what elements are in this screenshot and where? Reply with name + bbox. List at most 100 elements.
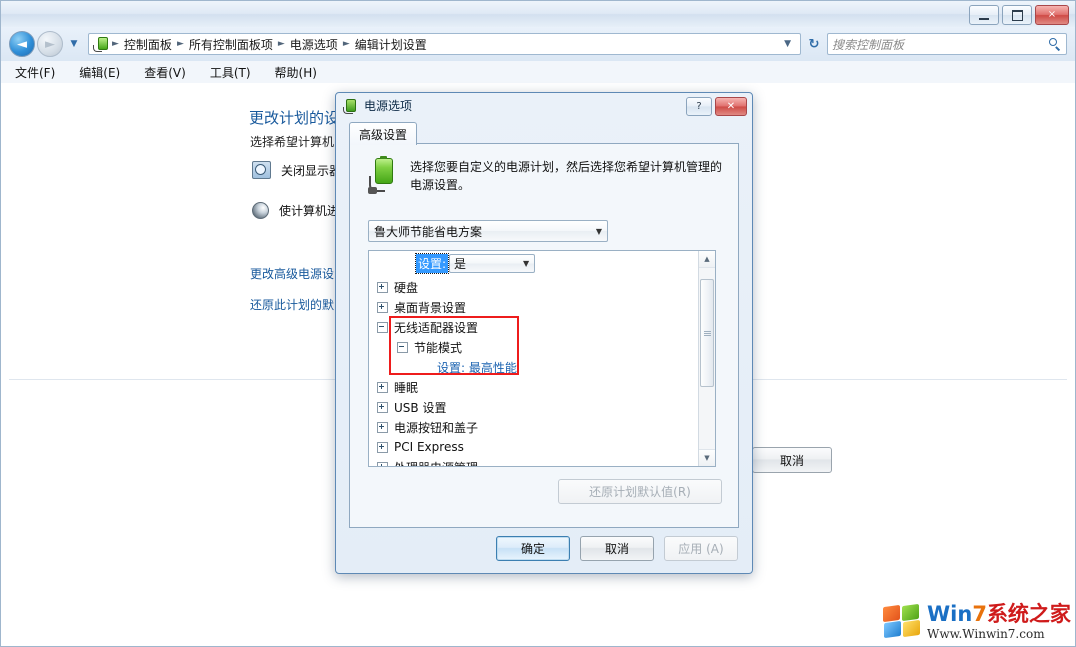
- back-button[interactable]: ◄: [9, 31, 35, 57]
- expand-plus-icon[interactable]: [377, 401, 388, 413]
- tree-item-usb-settings[interactable]: USB 设置: [369, 397, 715, 417]
- dialog-description: 选择您要自定义的电源计划，然后选择您希望计算机管理的电源设置。: [410, 160, 723, 192]
- breadcrumb-item-1[interactable]: 所有控制面板项: [186, 35, 276, 54]
- window-titlebar: ×: [1, 1, 1075, 27]
- tree-item-label: 节能模式: [414, 340, 463, 355]
- breadcrumb-item-0[interactable]: 控制面板: [121, 35, 175, 54]
- minimize-button[interactable]: [969, 5, 999, 25]
- tree-item-harddisk[interactable]: 硬盘: [369, 277, 715, 297]
- monitor-clock-icon: [252, 161, 271, 179]
- menu-item-view[interactable]: 查看(V): [144, 64, 186, 81]
- moon-sleep-icon: [252, 202, 269, 219]
- expand-plus-icon[interactable]: [377, 281, 388, 293]
- power-options-icon: [343, 98, 359, 114]
- scrollbar-thumb[interactable]: [700, 279, 714, 387]
- ok-button[interactable]: 确定: [496, 536, 570, 561]
- dialog-tabstrip: 高级设置: [349, 122, 739, 145]
- dialog-title: 电源选项: [364, 99, 413, 113]
- breadcrumb-item-2[interactable]: 电源选项: [287, 35, 341, 54]
- maximize-icon: [1011, 9, 1023, 21]
- search-icon: [1049, 37, 1062, 51]
- top-setting-value: 是: [454, 257, 467, 271]
- forward-arrow-icon: ►: [45, 36, 55, 52]
- history-dropdown-button[interactable]: ▼: [66, 39, 82, 49]
- menu-item-file[interactable]: 文件(F): [15, 64, 55, 81]
- tree-item-power-saving-mode[interactable]: 节能模式: [369, 337, 715, 357]
- expand-plus-icon[interactable]: [377, 381, 388, 393]
- setting-label-display-off: 关闭显示器: [281, 163, 342, 178]
- tree-item-sleep[interactable]: 睡眠: [369, 377, 715, 397]
- setting-row-sleep: 使计算机进: [252, 202, 339, 219]
- tree-item-label: 无线适配器设置: [394, 320, 479, 335]
- breadcrumb: ► 控制面板 ► 所有控制面板项 ► 电源选项 ► 编辑计划设置: [93, 35, 779, 54]
- collapse-minus-icon[interactable]: [377, 321, 388, 333]
- forward-button[interactable]: ►: [37, 31, 63, 57]
- menu-item-tools[interactable]: 工具(T): [210, 64, 251, 81]
- link-restore-plan-defaults[interactable]: 还原此计划的默: [250, 296, 334, 313]
- windows-flag-icon: [881, 603, 923, 640]
- close-icon: ×: [1047, 9, 1057, 20]
- window-controls: ×: [969, 5, 1069, 25]
- watermark-url: Www.Winwin7.com: [927, 627, 1045, 641]
- chevron-down-icon: ▼: [522, 259, 530, 268]
- apply-button[interactable]: 应用 (A): [664, 536, 738, 561]
- search-box[interactable]: 搜索控制面板: [827, 33, 1067, 55]
- search-input[interactable]: 搜索控制面板: [832, 36, 1049, 53]
- address-dropdown-icon[interactable]: ▼: [779, 39, 796, 49]
- scroll-down-arrow-icon[interactable]: ▼: [699, 449, 715, 466]
- battery-plug-icon: [368, 156, 402, 196]
- cancel-button[interactable]: 取消: [580, 536, 654, 561]
- page-title: 更改计划的设: [249, 109, 340, 127]
- power-plug-icon: [93, 36, 110, 52]
- background-cancel-button[interactable]: 取消: [752, 447, 832, 473]
- top-setting-label: 设置:: [414, 253, 450, 274]
- dialog-titlebar: 电源选项 ? ✕: [336, 93, 752, 118]
- top-setting-select[interactable]: 是 ▼: [449, 254, 536, 273]
- dialog-description-row: 选择您要自定义的电源计划，然后选择您希望计算机管理的电源设置。: [368, 156, 723, 196]
- tree-item-desktop-background[interactable]: 桌面背景设置: [369, 297, 715, 317]
- power-plan-selected-value: 鲁大师节能省电方案: [374, 224, 483, 239]
- tree-item-wireless-adapter[interactable]: 无线适配器设置: [369, 317, 715, 337]
- refresh-button[interactable]: ↻: [803, 33, 825, 55]
- watermark-brand: Win7系统之家: [927, 604, 1071, 625]
- page-subtitle: 选择希望计算机: [250, 135, 335, 149]
- tree-item-power-buttons-lid[interactable]: 电源按钮和盖子: [369, 417, 715, 437]
- expand-plus-icon[interactable]: [377, 441, 388, 453]
- watermark-logo: Win7系统之家 Www.Winwin7.com: [881, 599, 1071, 645]
- dialog-title-buttons: ? ✕: [686, 97, 747, 116]
- top-setting-row: 设置: 是 ▼: [414, 253, 536, 274]
- address-bar[interactable]: ► 控制面板 ► 所有控制面板项 ► 电源选项 ► 编辑计划设置 ▼: [88, 33, 801, 55]
- tree-item-label: 睡眠: [394, 380, 419, 395]
- menu-item-edit[interactable]: 编辑(E): [79, 64, 120, 81]
- tree-item-label: 桌面背景设置: [394, 300, 467, 315]
- tree-item-label: PCI Express: [394, 440, 464, 454]
- restore-plan-defaults-button[interactable]: 还原计划默认值(R): [558, 479, 722, 504]
- maximize-button[interactable]: [1002, 5, 1032, 25]
- minimize-icon: [979, 17, 989, 20]
- breadcrumb-icon-wrap: [93, 36, 110, 52]
- help-button[interactable]: ?: [686, 97, 712, 116]
- link-advanced-power-settings[interactable]: 更改高级电源设: [250, 265, 334, 282]
- close-button[interactable]: ×: [1035, 5, 1069, 25]
- expand-plus-icon[interactable]: [377, 301, 388, 313]
- tab-advanced-settings[interactable]: 高级设置: [349, 122, 418, 145]
- breadcrumb-separator: ►: [112, 39, 119, 49]
- dialog-close-button[interactable]: ✕: [715, 97, 747, 116]
- watermark-brand-seven: 7: [972, 602, 987, 626]
- advanced-settings-tree[interactable]: 设置: 是 ▼ 硬盘 桌面背景设置 无线适配器设置 节能模式 设置: 最高性能 …: [368, 250, 716, 467]
- breadcrumb-item-3[interactable]: 编辑计划设置: [352, 35, 430, 54]
- power-plan-select[interactable]: 鲁大师节能省电方案 ▼: [368, 220, 608, 242]
- expand-plus-icon[interactable]: [377, 421, 388, 433]
- tree-item-processor-power-management[interactable]: 处理器电源管理: [369, 457, 715, 466]
- expand-plus-icon[interactable]: [377, 461, 388, 466]
- menu-bar: 文件(F) 编辑(E) 查看(V) 工具(T) 帮助(H): [1, 61, 1075, 84]
- collapse-minus-icon[interactable]: [397, 341, 408, 353]
- tree-item-label: 设置: 最高性能: [437, 360, 517, 375]
- tree-item-setting-value[interactable]: 设置: 最高性能: [369, 357, 715, 377]
- tree-scrollbar[interactable]: ▲ ▼: [698, 251, 715, 466]
- back-arrow-icon: ◄: [17, 36, 27, 52]
- scroll-up-arrow-icon[interactable]: ▲: [699, 251, 715, 268]
- menu-item-help[interactable]: 帮助(H): [275, 64, 317, 81]
- watermark-text: Win7系统之家 Www.Winwin7.com: [927, 604, 1071, 641]
- tree-item-pci-express[interactable]: PCI Express: [369, 437, 715, 457]
